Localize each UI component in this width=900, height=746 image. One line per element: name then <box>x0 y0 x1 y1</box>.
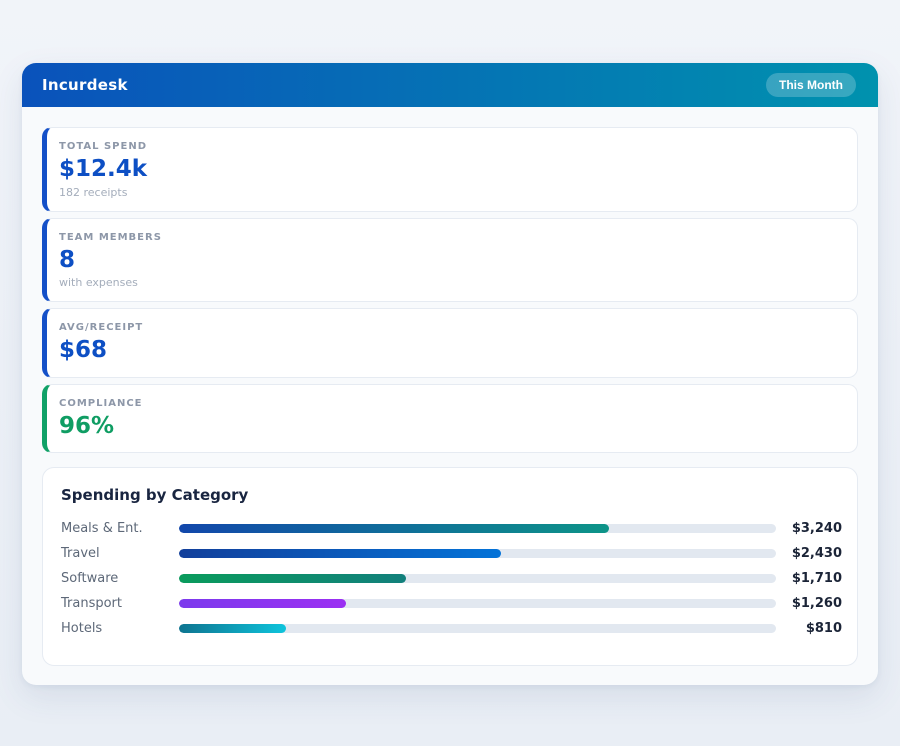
bar-fill-meals <box>179 524 609 533</box>
bar-fill-hotels <box>179 624 286 633</box>
stat-label: AVG/RECEIPT <box>59 322 841 333</box>
stat-value: 8 <box>59 247 841 275</box>
bar-track <box>179 524 776 533</box>
stat-subtext: with expenses <box>59 276 841 289</box>
stat-label: TEAM MEMBERS <box>59 232 841 243</box>
category-label: Meals & Ent. <box>61 521 179 536</box>
app-header: Incurdesk This Month <box>22 63 878 107</box>
category-amount: $810 <box>776 621 842 636</box>
category-amount: $2,430 <box>776 546 842 561</box>
category-amount: $1,260 <box>776 596 842 611</box>
category-amount: $3,240 <box>776 521 842 536</box>
bar-fill-transport <box>179 599 346 608</box>
category-label: Travel <box>61 546 179 561</box>
stat-subtext: 182 receipts <box>59 186 841 199</box>
chart-row-meals: Meals & Ent. $3,240 <box>61 516 842 541</box>
chart-row-transport: Transport $1,260 <box>61 591 842 616</box>
stat-card-total-spend: TOTAL SPEND $12.4k 182 receipts <box>42 127 858 212</box>
bar-track <box>179 624 776 633</box>
bar-fill-software <box>179 574 406 583</box>
stat-value: $68 <box>59 337 841 365</box>
stat-label: TOTAL SPEND <box>59 141 841 152</box>
stat-label: COMPLIANCE <box>59 398 841 409</box>
spending-by-category-card: Spending by Category Meals & Ent. $3,240… <box>42 467 858 666</box>
bar-track <box>179 599 776 608</box>
app-title: Incurdesk <box>42 76 128 94</box>
bar-track <box>179 574 776 583</box>
category-label: Transport <box>61 596 179 611</box>
dashboard-panel: Incurdesk This Month TOTAL SPEND $12.4k … <box>22 63 878 685</box>
stat-card-team-members: TEAM MEMBERS 8 with expenses <box>42 218 858 303</box>
chart-row-hotels: Hotels $810 <box>61 616 842 641</box>
category-label: Hotels <box>61 621 179 636</box>
stat-value: $12.4k <box>59 156 841 184</box>
dashboard-content: TOTAL SPEND $12.4k 182 receipts TEAM MEM… <box>22 107 878 685</box>
category-amount: $1,710 <box>776 571 842 586</box>
bar-track <box>179 549 776 558</box>
stat-card-avg-receipt: AVG/RECEIPT $68 <box>42 308 858 378</box>
chart-row-travel: Travel $2,430 <box>61 541 842 566</box>
period-badge[interactable]: This Month <box>766 73 856 97</box>
bar-fill-travel <box>179 549 501 558</box>
category-label: Software <box>61 571 179 586</box>
stat-value: 96% <box>59 413 841 441</box>
chart-title: Spending by Category <box>61 486 842 504</box>
stat-card-compliance: COMPLIANCE 96% <box>42 384 858 454</box>
chart-row-software: Software $1,710 <box>61 566 842 591</box>
